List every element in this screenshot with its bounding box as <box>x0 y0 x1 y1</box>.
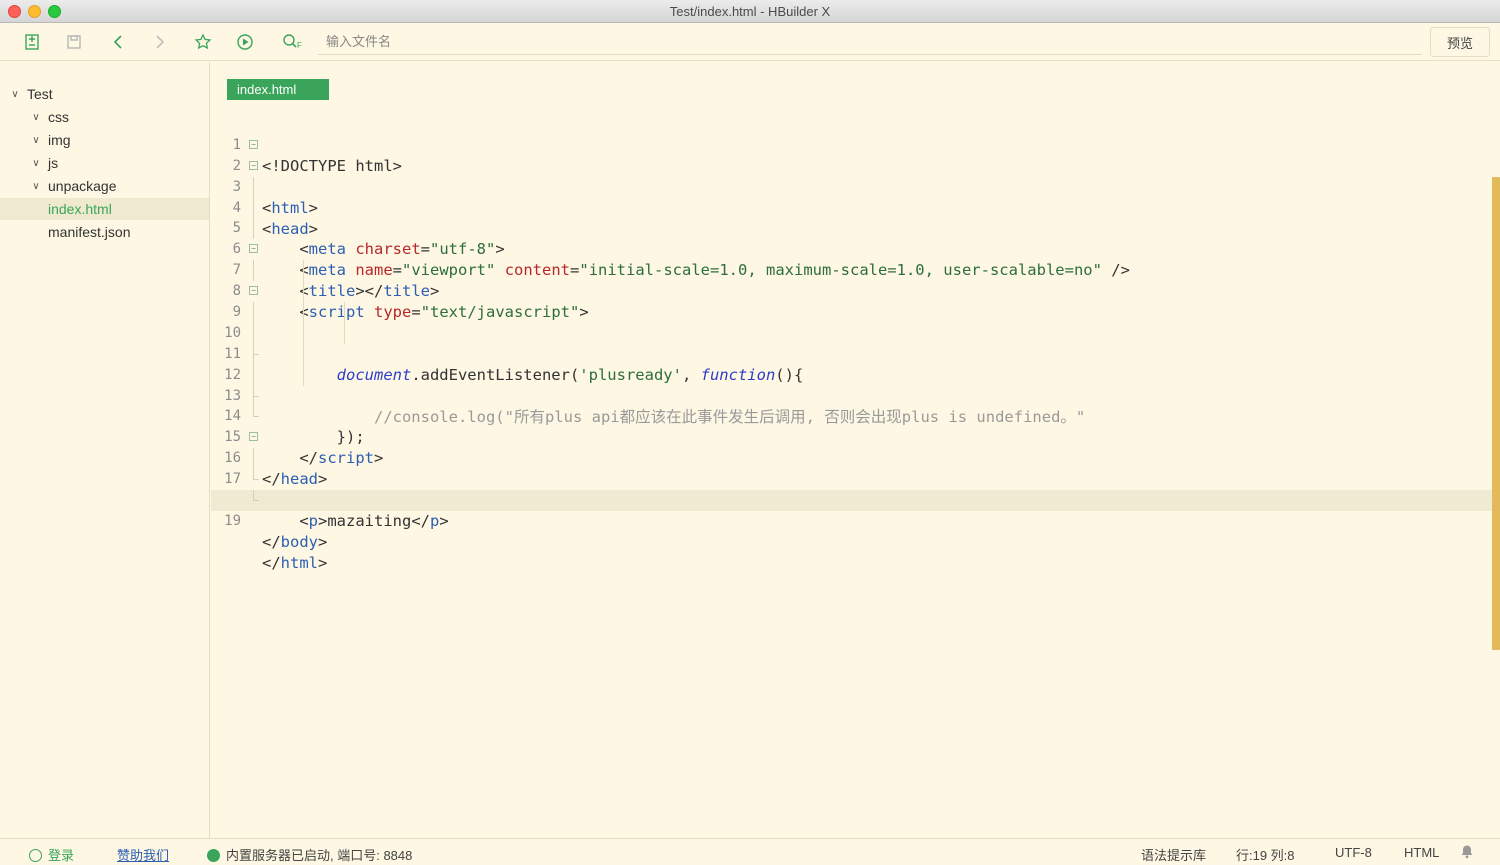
line-number: 19 <box>224 512 241 529</box>
tree-item-unpackage[interactable]: ∨ unpackage <box>0 175 209 197</box>
tree-item-index-html[interactable]: index.html <box>0 198 209 220</box>
back-icon[interactable] <box>107 31 129 53</box>
find-file-icon[interactable]: F <box>282 31 306 53</box>
tree-item-label: Test <box>27 86 53 102</box>
code-line: 15 </head> <box>211 406 1493 488</box>
toolbar: F 预览 <box>0 23 1500 61</box>
save-icon[interactable] <box>63 31 85 53</box>
cursor-position[interactable]: 行:19 列:8 <box>1236 845 1295 864</box>
code-line-current: 19 </html> <box>211 490 1493 572</box>
fold-toggle-icon[interactable]: − <box>249 286 258 296</box>
run-icon[interactable] <box>234 31 256 53</box>
code-line: 16 − <body> <box>211 427 1493 509</box>
file-search-input[interactable] <box>318 29 1422 55</box>
code-line: 6 <title></title> <box>211 218 1493 300</box>
tree-item-manifest-json[interactable]: manifest.json <box>0 221 209 243</box>
code-line: 8 <box>211 260 1493 299</box>
chevron-down-icon[interactable]: ∨ <box>31 181 41 192</box>
code-line: 9 − document.addEventListener('plusready… <box>211 281 1493 384</box>
preview-button[interactable]: 预览 <box>1430 27 1490 57</box>
project-tree: ∨ Test ∨ css ∨ img ∨ js ∨ unpackage inde… <box>0 62 210 838</box>
window-title: Test/index.html - HBuilder X <box>669 4 831 19</box>
login-button[interactable]: 登录 <box>29 845 74 864</box>
server-status: 内置服务器已启动, 端口号: 8848 <box>207 845 412 864</box>
user-icon <box>29 849 42 862</box>
login-label: 登录 <box>48 848 75 863</box>
sponsor-link[interactable]: 赞助我们 <box>117 845 169 864</box>
tree-item-label: manifest.json <box>48 224 131 240</box>
svg-text:F: F <box>297 41 302 50</box>
favorite-star-icon[interactable] <box>192 31 214 53</box>
server-status-text: 内置服务器已启动, 端口号: 8848 <box>226 848 413 863</box>
chevron-down-icon[interactable]: ∨ <box>10 89 20 100</box>
code-line: 13 <box>211 364 1493 404</box>
new-file-icon[interactable] <box>21 31 43 53</box>
code-line: 18 </body> <box>211 469 1493 551</box>
tree-item-label: css <box>48 109 69 125</box>
language-mode-selector[interactable]: HTML <box>1404 845 1439 860</box>
fold-toggle-icon[interactable]: − <box>249 244 258 254</box>
tree-item-label: img <box>48 132 71 148</box>
title-bar: Test/index.html - HBuilder X <box>0 0 1500 23</box>
tree-item-js[interactable]: ∨ js <box>0 152 209 174</box>
tree-item-label: index.html <box>48 201 112 217</box>
chevron-down-icon[interactable]: ∨ <box>31 112 41 123</box>
vertical-scrollbar[interactable] <box>1492 177 1500 650</box>
code-area[interactable]: 1 <!DOCTYPE html> 2 − <html> 3 − <head> … <box>211 114 1493 572</box>
fold-toggle-icon[interactable]: − <box>249 432 258 442</box>
tree-item-test[interactable]: ∨ Test <box>0 83 209 105</box>
syntax-library-button[interactable]: 语法提示库 <box>1141 845 1206 864</box>
code-line: 2 − <html> <box>211 135 1493 217</box>
status-bar: 登录 赞助我们 内置服务器已启动, 端口号: 8848 语法提示库 行:19 列… <box>0 838 1500 865</box>
code-line: 12 }); <box>211 343 1493 446</box>
tree-item-img[interactable]: ∨ img <box>0 129 209 151</box>
code-line: 17 <p>mazaiting</p> <box>211 448 1493 530</box>
code-line: 14 </script> <box>211 385 1493 467</box>
code-line: 1 <!DOCTYPE html> <box>211 114 1493 175</box>
encoding-selector[interactable]: UTF-8 <box>1335 845 1372 860</box>
tree-item-label: js <box>48 155 59 171</box>
tree-item-css[interactable]: ∨ css <box>0 106 209 128</box>
smiley-icon <box>207 849 220 862</box>
code-line: 11 <box>211 322 1493 362</box>
fold-toggle-icon[interactable]: − <box>249 160 258 170</box>
chevron-down-icon[interactable]: ∨ <box>31 135 41 146</box>
code-editor[interactable]: index.html 1 <!DOCTYPE html> 2 − <html> … <box>211 62 1500 838</box>
code-line: 7 − <script type="text/javascript"> <box>211 239 1493 321</box>
code-line: 10 //console.log("所有plus api都应该在此事件发生后调用… <box>211 302 1493 426</box>
chevron-down-icon[interactable]: ∨ <box>31 158 41 169</box>
editor-tab-index-html[interactable]: index.html <box>227 79 329 100</box>
tree-item-label: unpackage <box>48 178 117 194</box>
forward-icon[interactable] <box>149 31 171 53</box>
fold-toggle-icon[interactable]: − <box>249 139 258 149</box>
code-line: 3 − <head> <box>211 156 1493 238</box>
bell-icon[interactable] <box>1460 844 1474 862</box>
code-line: 4 <meta charset="utf-8"> <box>211 176 1493 258</box>
code-line: 5 <meta name="viewport" content="initial… <box>211 197 1493 279</box>
